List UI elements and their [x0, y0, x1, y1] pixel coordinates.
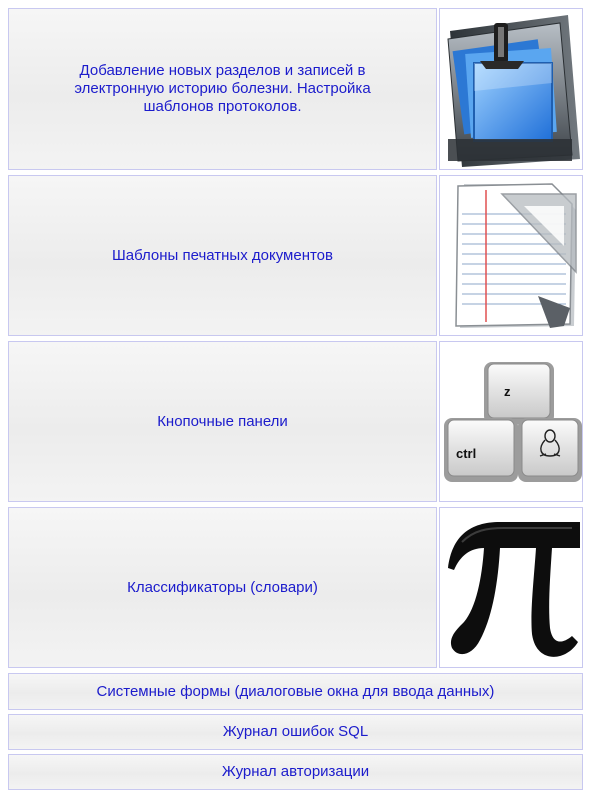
menu-item-label[interactable]: Шаблоны печатных документов: [82, 247, 363, 265]
menu-item-label[interactable]: Системные формы (диалоговые окна для вво…: [67, 683, 525, 701]
menu-item-label[interactable]: Кнопочные панели: [127, 413, 318, 431]
menu-item-label[interactable]: Добавление новых разделов и записей в эл…: [9, 62, 436, 116]
menu-item-button-panels[interactable]: Кнопочные панели: [8, 341, 437, 502]
menu-item-classifiers-label[interactable]: Классификаторы (словари): [9, 508, 436, 667]
menu-item-sql-error-log[interactable]: Журнал ошибок SQL: [8, 714, 583, 750]
z-key-label: z: [504, 384, 511, 399]
document-template-icon: [455, 183, 577, 328]
pi-icon-cell[interactable]: [439, 507, 583, 668]
pi-icon: [448, 522, 580, 657]
menu-item-ehr-sections[interactable]: Добавление новых разделов и записей в эл…: [8, 8, 437, 170]
ctrl-key-label: ctrl: [456, 446, 476, 461]
folder-clip-icon-cell[interactable]: [439, 8, 583, 170]
menu-item-print-templates[interactable]: Шаблоны печатных документов: [8, 175, 437, 336]
menu-item-classifiers[interactable]: Классификаторы (словари): [8, 507, 437, 668]
document-template-icon-cell[interactable]: [439, 175, 583, 336]
menu-item-label[interactable]: Журнал авторизации: [192, 763, 399, 781]
folder-clip-icon: [447, 15, 580, 167]
menu-item-ehr-sections-label[interactable]: Добавление новых разделов и записей в эл…: [9, 9, 436, 169]
menu-item-print-templates-label[interactable]: Шаблоны печатных документов: [9, 176, 436, 335]
menu-item-label[interactable]: Классификаторы (словари): [97, 579, 348, 597]
menu-item-auth-log[interactable]: Журнал авторизации: [8, 754, 583, 790]
keyboard-keys-icon-cell[interactable]: z ctrl: [439, 341, 583, 502]
menu-item-button-panels-label[interactable]: Кнопочные панели: [9, 342, 436, 501]
menu-item-label[interactable]: Журнал ошибок SQL: [193, 723, 398, 741]
menu-item-system-forms[interactable]: Системные формы (диалоговые окна для вво…: [8, 673, 583, 710]
keyboard-keys-icon: z ctrl: [444, 362, 582, 482]
